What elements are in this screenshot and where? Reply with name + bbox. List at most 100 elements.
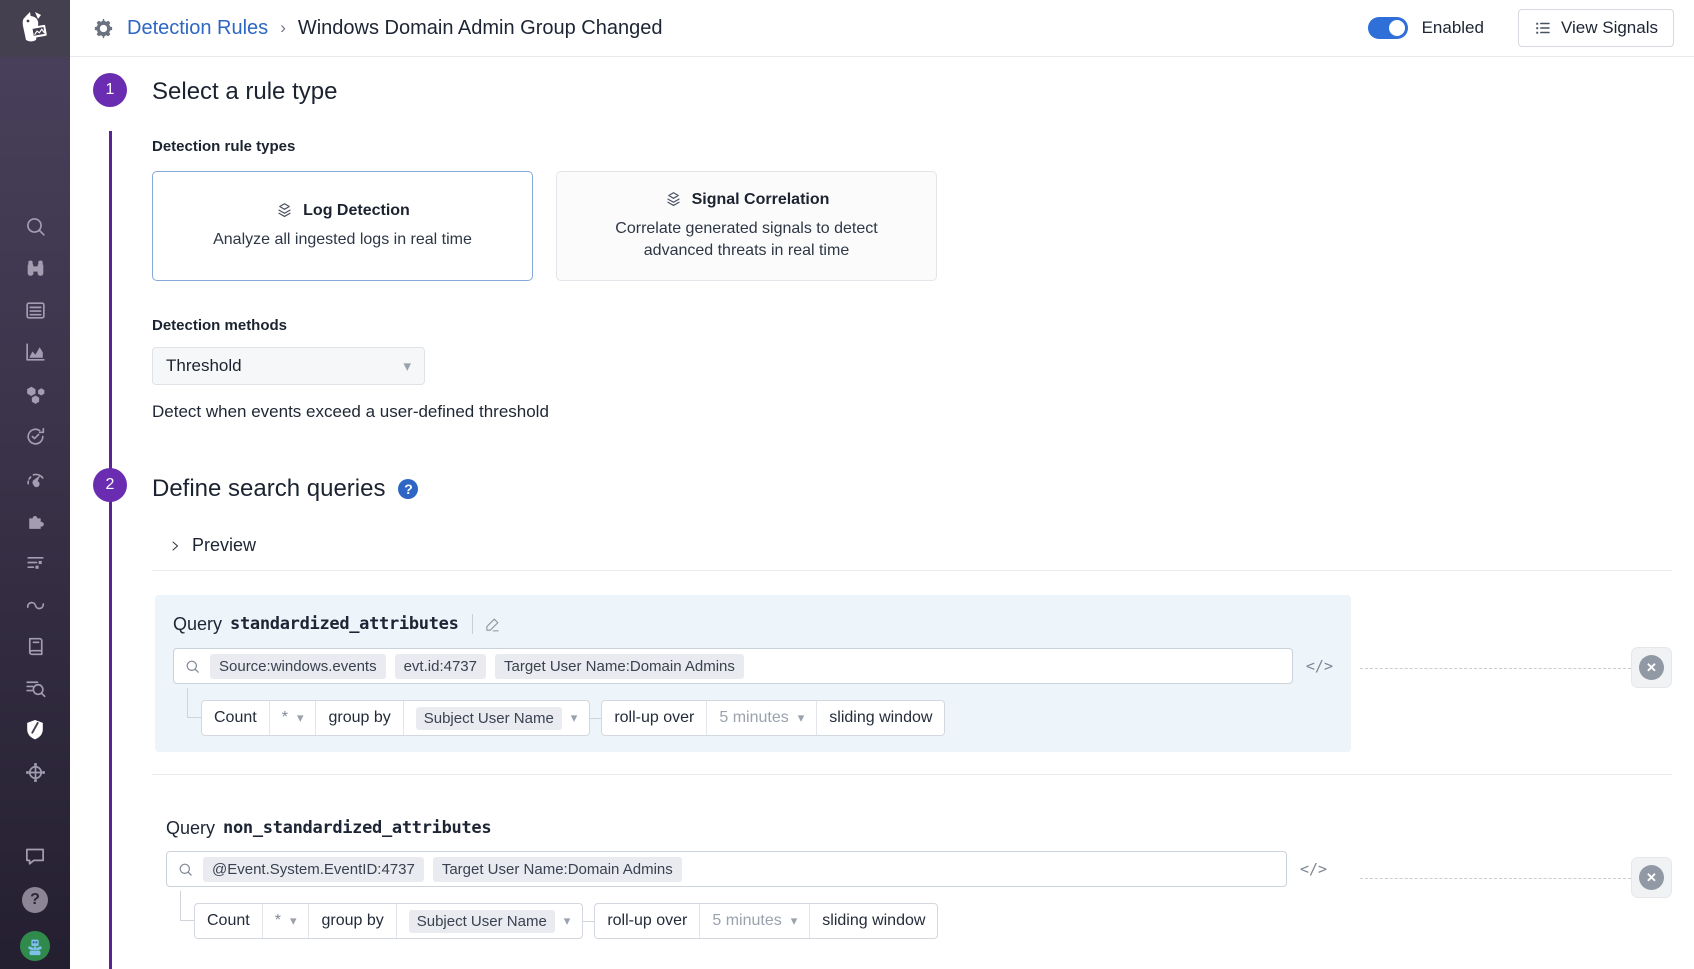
- query-token[interactable]: Source:windows.events: [210, 654, 386, 679]
- traces-icon[interactable]: [0, 583, 70, 625]
- connector-line: [583, 921, 594, 922]
- enabled-toggle[interactable]: [1368, 17, 1408, 39]
- chevron-down-icon: [791, 913, 798, 929]
- preview-toggle[interactable]: Preview: [169, 535, 299, 556]
- dashboards-icon[interactable]: [0, 289, 70, 331]
- help-icon[interactable]: [22, 887, 48, 913]
- breadcrumb-separator-icon: ›: [280, 18, 286, 38]
- gear-icon: [92, 17, 115, 40]
- query-prefix: Query: [173, 614, 222, 635]
- datadog-logo[interactable]: [0, 0, 70, 57]
- query-search-input[interactable]: @Event.System.EventID:4737 Target User N…: [166, 851, 1287, 887]
- aggregation-row: Count * group by Subject User Name roll-…: [187, 700, 1333, 736]
- count-function-select[interactable]: Count: [195, 904, 263, 938]
- sliding-window-label: sliding window: [810, 904, 937, 938]
- page-title: Windows Domain Admin Group Changed: [298, 17, 663, 40]
- infrastructure-icon[interactable]: [0, 373, 70, 415]
- group-by-label: group by: [309, 904, 396, 938]
- aggregation-row: Count * group by Subject User Name roll-…: [180, 903, 1694, 939]
- chevron-right-icon: [169, 540, 181, 552]
- count-function-select[interactable]: Count: [202, 701, 270, 735]
- search-icon[interactable]: [0, 205, 70, 247]
- rollup-group: roll-up over 5 minutes sliding window: [594, 903, 938, 939]
- measure-group: Count * group by Subject User Name: [201, 700, 590, 736]
- search-icon: [177, 861, 194, 878]
- integrations-icon[interactable]: [0, 499, 70, 541]
- watchdog-icon[interactable]: [0, 247, 70, 289]
- chevron-down-icon: [571, 710, 578, 726]
- title-divider: [472, 614, 473, 634]
- measure-arg-select[interactable]: *: [270, 701, 317, 735]
- chevron-down-icon: [290, 913, 297, 929]
- query-name: standardized_attributes: [230, 614, 459, 634]
- chevron-down-icon: [403, 357, 411, 375]
- notebooks-icon[interactable]: [0, 625, 70, 667]
- group-by-select[interactable]: Subject User Name: [397, 904, 583, 938]
- code-editor-icon[interactable]: </>: [1306, 657, 1333, 675]
- toggle-knob: [1389, 20, 1405, 36]
- chevron-down-icon: [798, 710, 805, 726]
- step-1-badge: 1: [93, 73, 127, 107]
- network-icon[interactable]: [0, 751, 70, 793]
- sidebar-nav: [0, 0, 70, 969]
- monitors-icon[interactable]: [0, 415, 70, 457]
- metrics-icon[interactable]: [0, 331, 70, 373]
- section-divider: [152, 570, 1672, 571]
- sidebar-icon-list: [0, 205, 70, 793]
- detection-methods-label: Detection methods: [152, 317, 1694, 334]
- rollup-value: 5 minutes: [712, 912, 781, 930]
- user-avatar[interactable]: [20, 931, 50, 961]
- query-token[interactable]: Target User Name:Domain Admins: [495, 654, 744, 679]
- query-name: non_standardized_attributes: [223, 818, 491, 838]
- query-token[interactable]: @Event.System.EventID:4737: [203, 857, 424, 882]
- measure-group: Count * group by Subject User Name: [194, 903, 583, 939]
- rollup-group: roll-up over 5 minutes sliding window: [601, 700, 945, 736]
- sidebar-bottom-group: [0, 843, 70, 969]
- chevron-down-icon: [297, 710, 304, 726]
- signals-list-icon: [1534, 19, 1552, 37]
- measure-arg-select[interactable]: *: [263, 904, 310, 938]
- sliding-window-label: sliding window: [817, 701, 944, 735]
- rule-card-description: Analyze all ingested logs in real time: [213, 229, 472, 251]
- rule-card-signal-correlation[interactable]: Signal Correlation Correlate generated s…: [556, 171, 937, 281]
- feedback-chat-icon[interactable]: [0, 843, 70, 869]
- top-header: Detection Rules › Windows Domain Admin G…: [70, 0, 1694, 57]
- rollup-label: roll-up over: [595, 904, 700, 938]
- rule-card-description: Correlate generated signals to detect ad…: [583, 218, 910, 261]
- measure-arg-value: *: [275, 912, 281, 930]
- detection-method-value: Threshold: [166, 356, 242, 376]
- rollup-value-select[interactable]: 5 minutes: [707, 701, 817, 735]
- query-prefix: Query: [166, 818, 215, 839]
- chevron-down-icon: [564, 913, 571, 929]
- measure-arg-value: *: [282, 709, 288, 727]
- rule-editor-content: 1 2 Select a rule type Detection rule ty…: [70, 57, 1694, 969]
- section-divider: [152, 774, 1672, 775]
- query-card-standardized: Query standardized_attributes Source:win…: [155, 595, 1351, 752]
- connector-line: [590, 718, 601, 719]
- edit-pencil-icon[interactable]: [484, 616, 501, 633]
- rule-card-log-detection[interactable]: Log Detection Analyze all ingested logs …: [152, 171, 533, 281]
- group-by-select[interactable]: Subject User Name: [404, 701, 590, 735]
- detection-method-select[interactable]: Threshold: [152, 347, 425, 385]
- query-token[interactable]: evt.id:4737: [395, 654, 486, 679]
- group-by-value: Subject User Name: [416, 707, 562, 730]
- log-pipelines-icon[interactable]: [0, 541, 70, 583]
- apm-gauge-icon[interactable]: [0, 457, 70, 499]
- step-1-title: Select a rule type: [152, 76, 1694, 107]
- code-editor-icon[interactable]: </>: [1300, 860, 1327, 878]
- connector-elbow: [187, 688, 201, 718]
- rollup-value-select[interactable]: 5 minutes: [700, 904, 810, 938]
- preview-label: Preview: [192, 535, 256, 556]
- query-search-input[interactable]: Source:windows.events evt.id:4737 Target…: [173, 648, 1293, 684]
- breadcrumb-detection-rules-link[interactable]: Detection Rules: [127, 17, 268, 40]
- security-shield-icon[interactable]: [0, 709, 70, 751]
- group-by-value: Subject User Name: [409, 910, 555, 933]
- query-token[interactable]: Target User Name:Domain Admins: [433, 857, 682, 882]
- log-explorer-icon[interactable]: [0, 667, 70, 709]
- view-signals-button[interactable]: View Signals: [1518, 9, 1674, 47]
- detection-method-help-text: Detect when events exceed a user-defined…: [152, 402, 1694, 422]
- step-2-badge: 2: [93, 468, 127, 502]
- question-help-icon[interactable]: [398, 479, 418, 499]
- breadcrumb: Detection Rules › Windows Domain Admin G…: [92, 17, 663, 40]
- app-window: Detection Rules › Windows Domain Admin G…: [0, 0, 1694, 969]
